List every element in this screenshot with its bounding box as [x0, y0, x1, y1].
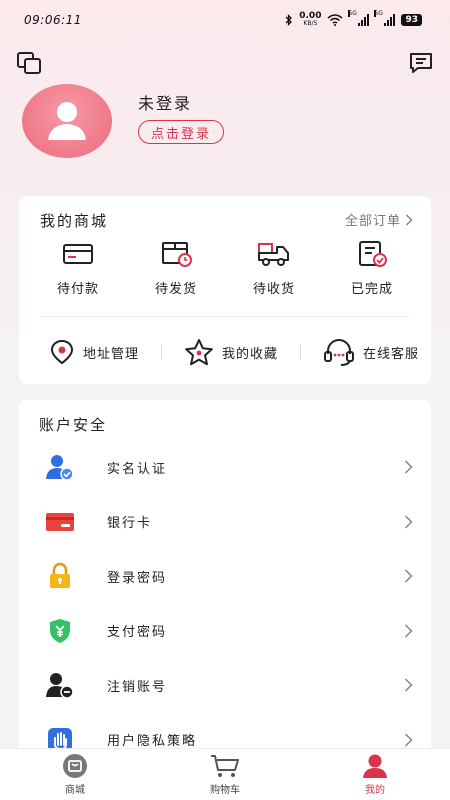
signal-2-label: 5G [374, 10, 383, 17]
net-speed-value: 0.00 [299, 11, 322, 21]
list-item-cancel-account[interactable]: 注销账号 [19, 658, 431, 713]
status-time: 09:06:11 [24, 13, 82, 27]
battery-indicator: 93 [401, 14, 422, 26]
default-user-icon [48, 102, 86, 140]
order-label: 待收货 [252, 282, 295, 297]
list-item-label: 登录密码 [107, 570, 168, 586]
login-button[interactable]: 点击登录 [138, 120, 225, 144]
all-orders-link[interactable]: 全部订单 [345, 210, 413, 229]
order-pending-receipt[interactable]: 待收货 [229, 240, 319, 297]
box-clock-icon [162, 242, 192, 267]
divider [40, 316, 410, 317]
bottom-tab-bar: 商城 购物车 我的 [0, 748, 450, 800]
headset-icon [323, 339, 354, 366]
address-management[interactable]: 地址管理 [49, 339, 139, 365]
list-item-login-password[interactable]: 登录密码 [19, 549, 431, 604]
chevron-right-icon [404, 678, 413, 692]
profile-section: 未登录 点击登录 [22, 84, 422, 164]
mall-icon [63, 754, 87, 778]
list-item-label: 实名认证 [107, 461, 168, 477]
shield-yuan-icon [45, 616, 75, 646]
order-completed[interactable]: 已完成 [327, 240, 417, 297]
top-actions [0, 48, 450, 78]
switch-window-icon[interactable] [14, 48, 44, 78]
tab-label: 商城 [65, 785, 85, 796]
login-status-text: 未登录 [138, 94, 193, 113]
tab-mine[interactable]: 我的 [315, 753, 435, 796]
list-item-label: 支付密码 [107, 625, 168, 641]
security-list: 实名认证 银行卡 登录密码 支付密码 注销账号 用户隐私策略 [19, 440, 431, 767]
message-icon[interactable] [406, 48, 436, 78]
my-favorites[interactable]: 我的收藏 [184, 338, 278, 366]
tab-label: 我的 [365, 785, 385, 796]
service-label: 地址管理 [83, 346, 140, 362]
cart-icon [211, 755, 239, 777]
online-service[interactable]: 在线客服 [323, 338, 419, 366]
order-pending-payment[interactable]: 待付款 [33, 240, 123, 297]
user-verified-icon [45, 452, 75, 482]
order-label: 已完成 [350, 282, 393, 297]
net-speed-unit: KB/S [303, 20, 318, 27]
service-label: 在线客服 [362, 346, 419, 362]
service-label: 我的收藏 [221, 346, 278, 362]
truck-icon [258, 243, 289, 266]
list-item-payment-password[interactable]: 支付密码 [19, 604, 431, 659]
user-icon [363, 754, 387, 778]
net-speed: 0.00 KB/S [299, 12, 321, 28]
my-mall-card: 我的商城 全部订单 待付款 待发货 待收货 已完成 地址管理 我的收藏 在线客服 [19, 196, 431, 384]
my-mall-title: 我的商城 [40, 212, 109, 230]
separator [299, 344, 301, 360]
order-pending-shipment[interactable]: 待发货 [131, 240, 221, 297]
list-item-real-name[interactable]: 实名认证 [19, 440, 431, 495]
account-security-title: 账户安全 [39, 416, 108, 434]
lock-icon [45, 561, 75, 591]
chevron-right-icon [404, 733, 413, 747]
list-item-label: 用户隐私策略 [107, 734, 198, 750]
chevron-right-icon [404, 460, 413, 474]
tab-cart[interactable]: 购物车 [165, 753, 285, 796]
chevron-right-icon [404, 515, 413, 529]
wifi-icon [327, 14, 343, 26]
order-label: 待发货 [154, 282, 197, 297]
status-bar: 09:06:11 0.00 KB/S 5G 5G 93 [0, 0, 450, 40]
chevron-right-icon [404, 569, 413, 583]
star-icon [185, 339, 213, 366]
order-status-row: 待付款 待发货 待收货 已完成 [33, 240, 417, 297]
location-pin-icon [50, 339, 74, 365]
list-item-bank-card[interactable]: 银行卡 [19, 495, 431, 550]
avatar[interactable] [22, 84, 112, 158]
status-indicators: 0.00 KB/S 5G 5G 93 [285, 10, 422, 28]
signal-icon-2: 5G [374, 10, 396, 26]
all-orders-label: 全部订单 [344, 214, 401, 229]
bank-card-icon [45, 507, 75, 537]
bluetooth-icon [285, 14, 293, 26]
user-remove-icon [45, 670, 75, 700]
tab-label: 购物车 [210, 785, 240, 796]
chevron-right-icon [404, 624, 413, 638]
wallet-card-icon [63, 244, 93, 264]
signal-1-label: 5G [348, 10, 357, 17]
service-row: 地址管理 我的收藏 在线客服 [49, 338, 419, 366]
chevron-right-icon [405, 213, 413, 226]
order-label: 待付款 [56, 282, 99, 297]
separator [161, 344, 162, 360]
tab-mall[interactable]: 商城 [15, 753, 135, 796]
order-check-icon [359, 241, 387, 267]
list-item-label: 银行卡 [107, 516, 153, 532]
account-security-card: 账户安全 实名认证 银行卡 登录密码 支付密码 注销账号 用户隐私策略 [19, 400, 431, 760]
list-item-label: 注销账号 [107, 679, 168, 695]
signal-icon-1: 5G [348, 10, 370, 26]
